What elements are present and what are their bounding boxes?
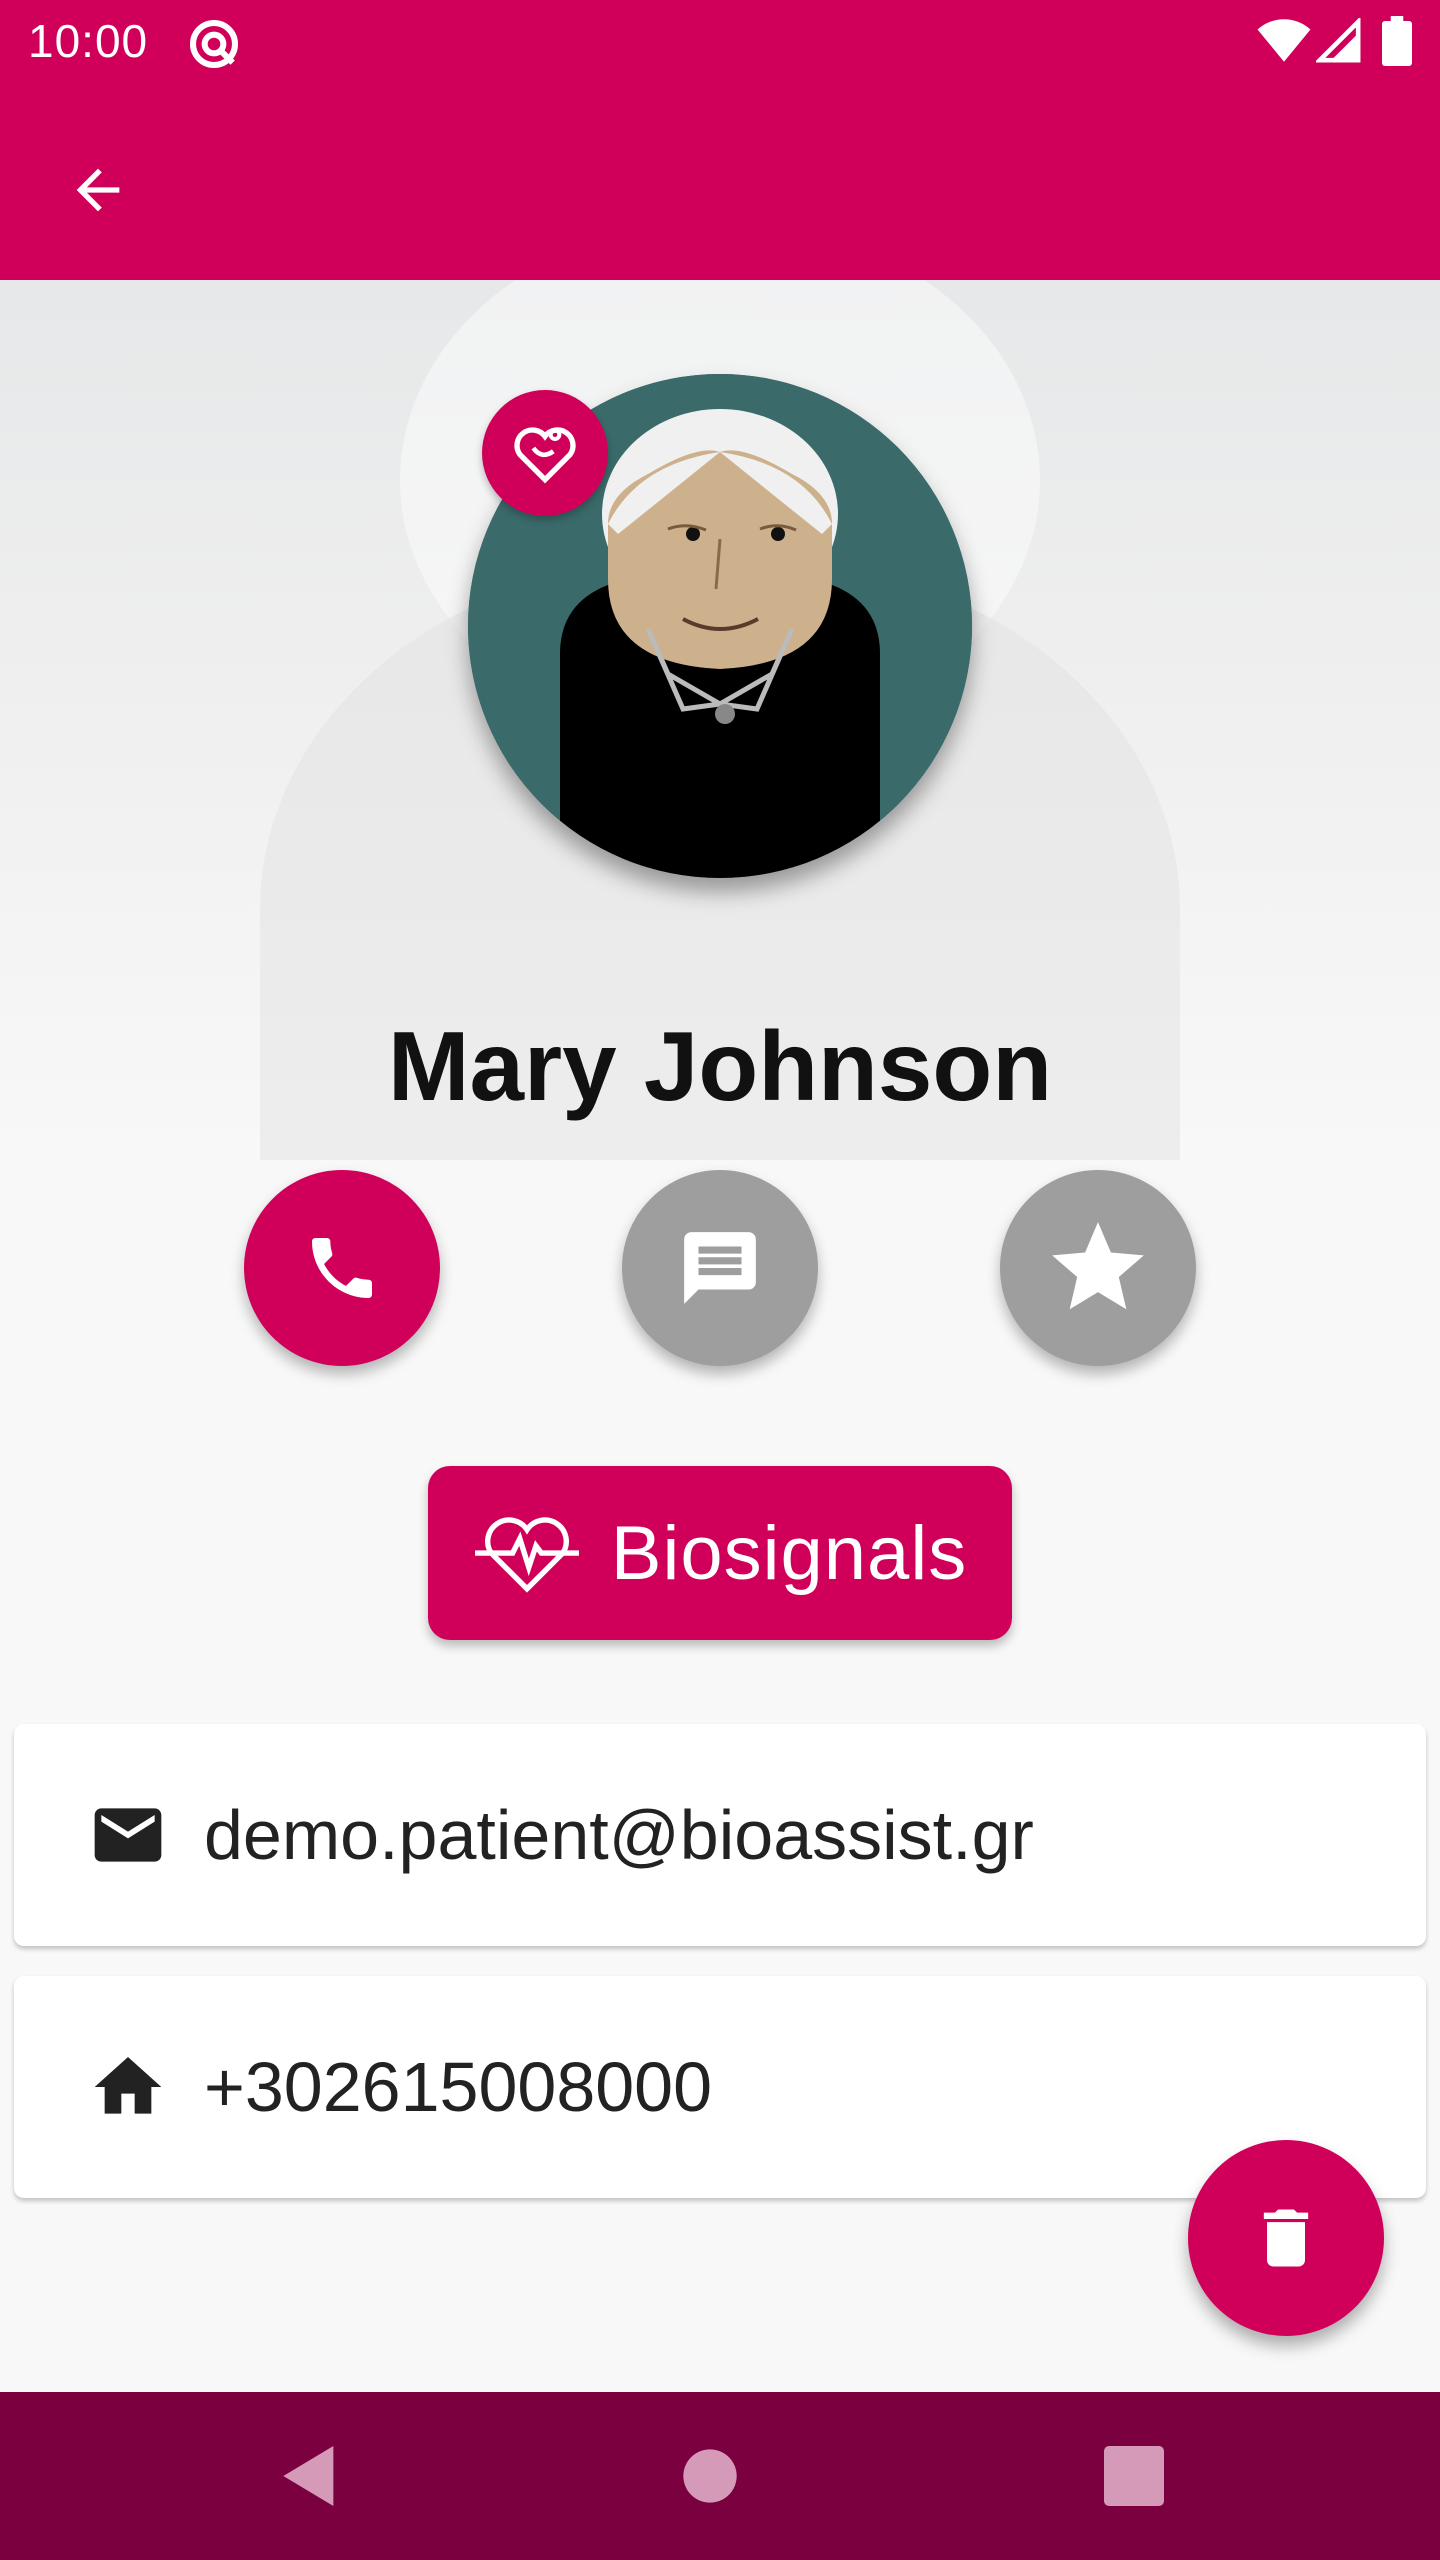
- message-button[interactable]: [622, 1170, 818, 1366]
- patient-name: Mary Johnson: [387, 1011, 1053, 1121]
- arrow-left-icon: [76, 168, 120, 212]
- at-sign-icon: [189, 19, 239, 69]
- heartbeat-icon: [474, 1517, 579, 1593]
- system-navigation-bar: [0, 2392, 1440, 2560]
- heart-stethoscope-icon: [514, 427, 576, 484]
- favorite-button[interactable]: [1000, 1170, 1196, 1366]
- home-icon: [94, 2057, 162, 2114]
- star-icon: [1052, 1222, 1144, 1310]
- phone-card[interactable]: +302615008000: [14, 1976, 1426, 2198]
- wifi-icon: [1257, 19, 1311, 62]
- trash-icon: [1263, 2209, 1309, 2267]
- phone-text: +302615008000: [204, 2048, 713, 2126]
- nav-recents-icon[interactable]: [1094, 2436, 1174, 2516]
- app-bar: [0, 84, 1440, 280]
- status-bar: 10:00: [0, 0, 1440, 84]
- caregiver-badge: [482, 390, 608, 516]
- battery-icon: [1382, 16, 1412, 66]
- back-button[interactable]: [48, 140, 148, 240]
- biosignals-label: Biosignals: [610, 1510, 968, 1596]
- biosignals-button[interactable]: Biosignals: [428, 1466, 1012, 1640]
- email-text: demo.patient@bioassist.gr: [204, 1796, 1034, 1874]
- signal-icon: [1316, 18, 1361, 63]
- mail-icon: [94, 1808, 162, 1862]
- call-button[interactable]: [244, 1170, 440, 1366]
- delete-button[interactable]: [1188, 2140, 1384, 2336]
- phone-icon: [312, 1238, 372, 1298]
- nav-back-icon[interactable]: [270, 2436, 350, 2516]
- email-card[interactable]: demo.patient@bioassist.gr: [14, 1724, 1426, 1946]
- chat-icon: [684, 1232, 756, 1304]
- status-time: 10:00: [28, 15, 149, 67]
- nav-home-icon[interactable]: [670, 2436, 750, 2516]
